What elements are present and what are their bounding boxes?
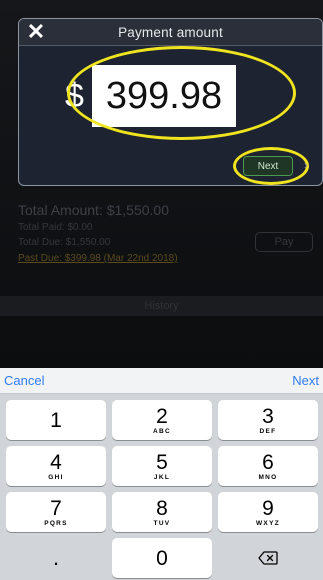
backspace-key[interactable]: [218, 538, 318, 578]
keypad-grid: 1 2 ABC 3 DEF 4 GHI 5 JKL 6 MNO 7 PQRS 8 TUV 9W…: [6, 400, 318, 578]
backspace-icon: [258, 551, 278, 565]
key-decimal[interactable]: .: [6, 538, 106, 578]
pay-button[interactable]: Pay: [255, 232, 313, 252]
total-paid: Total Paid: $0.00: [18, 222, 93, 233]
key-digit: 6: [262, 450, 274, 474]
key-digit: 2: [156, 404, 168, 428]
key-digit: 0: [156, 546, 168, 570]
payment-summary: Total Amount: $1,550.00 Total Paid: $0.0…: [18, 202, 178, 264]
key-8[interactable]: 8 TUV: [112, 492, 212, 532]
chevron-right-icon: ›: [304, 158, 308, 172]
total-due: Total Due: $1,550.00: [18, 237, 111, 248]
history-bar[interactable]: History: [0, 296, 323, 316]
key-letters: JKL: [153, 473, 171, 481]
keyboard-toolbar: Cancel Next: [0, 368, 323, 394]
total-amount: Total Amount: $1,550.00: [18, 202, 169, 218]
key-digit: 7: [50, 496, 62, 520]
key-letters: GHI: [48, 473, 64, 481]
key-letters: DEF: [259, 427, 277, 435]
key-9[interactable]: 9 WXYZ: [218, 492, 318, 532]
dialog-title: Payment amount: [118, 24, 223, 40]
amount-input[interactable]: 399.98: [92, 65, 236, 127]
keyboard-cancel-button[interactable]: Cancel: [4, 373, 44, 388]
next-button[interactable]: Next: [243, 156, 293, 176]
key-digit: 8: [156, 496, 168, 520]
key-1[interactable]: 1: [6, 400, 106, 440]
key-7[interactable]: 7 PQRS: [6, 492, 106, 532]
key-letters: TUV: [153, 519, 171, 527]
key-letters: MNO: [258, 473, 278, 481]
keyboard-next-button[interactable]: Next: [292, 373, 319, 388]
key-5[interactable]: 5 JKL: [112, 446, 212, 486]
key-letters: WXYZ: [256, 519, 280, 527]
numeric-keyboard: Cancel Next 1 2 ABC 3 DEF 4 GHI 5 JKL 6 MNO 7…: [0, 368, 323, 580]
key-letters: ABC: [153, 427, 171, 435]
close-icon[interactable]: ✕: [25, 21, 47, 43]
payment-amount-dialog: ✕ Payment amount $ 399.98 Next ›: [18, 18, 323, 186]
key-3[interactable]: 3 DEF: [218, 400, 318, 440]
key-digit: 5: [156, 450, 168, 474]
currency-symbol: $: [65, 76, 84, 115]
key-6[interactable]: 6 MNO: [218, 446, 318, 486]
key-digit: 4: [50, 450, 62, 474]
amount-field-group: $ 399.98: [65, 65, 236, 127]
key-digit: 9: [262, 496, 274, 520]
key-letters: PQRS: [44, 519, 68, 527]
past-due-link[interactable]: Past Due: $399.98 (Mar 22nd 2018): [18, 253, 178, 264]
key-digit: .: [52, 545, 60, 570]
key-digit: 1: [50, 408, 62, 432]
key-0[interactable]: 0: [112, 538, 212, 578]
dialog-header: ✕ Payment amount: [19, 19, 322, 46]
key-4[interactable]: 4 GHI: [6, 446, 106, 486]
key-2[interactable]: 2 ABC: [112, 400, 212, 440]
key-digit: 3: [262, 404, 274, 428]
screen: Total Amount: $1,550.00 Total Paid: $0.0…: [0, 0, 323, 580]
